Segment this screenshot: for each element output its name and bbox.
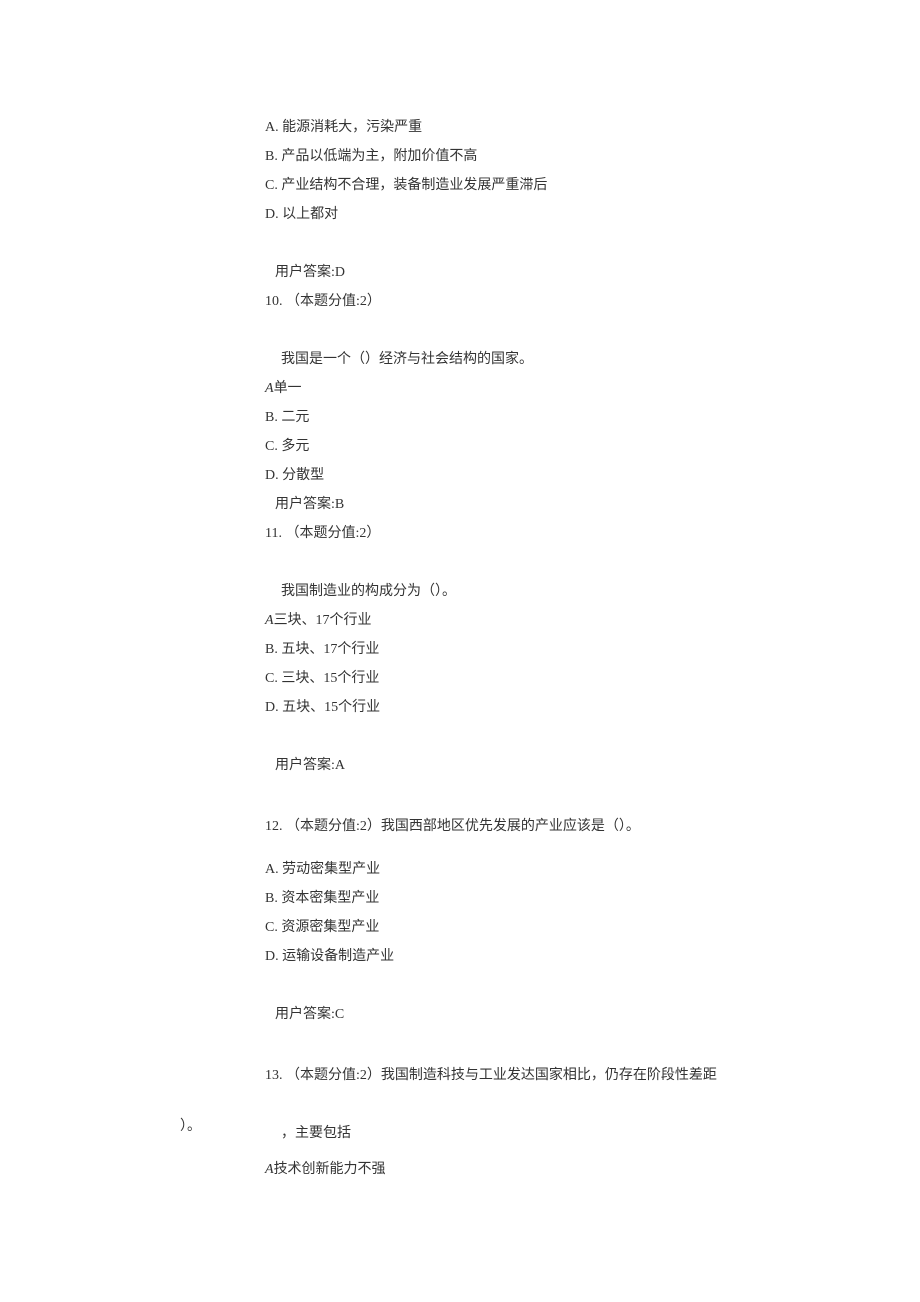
q11-option-c: C. 三块、15个行业: [265, 664, 865, 693]
q9-option-b: B. 产品以低端为主，附加价值不高: [265, 142, 865, 171]
italic-a-label: A: [265, 1162, 274, 1177]
q10-option-d: D. 分散型: [265, 461, 865, 490]
q12-option-c: C. 资源密集型产业: [265, 913, 865, 942]
q10-option-c: C. 多元: [265, 432, 865, 461]
q12-answer: 用户答案:C: [275, 1000, 865, 1029]
q13-stem-outdent: ）。: [180, 1115, 201, 1135]
q12-header: 12. （本题分值:2）我国西部地区优先发展的产业应该是（）。: [265, 812, 865, 841]
q11-option-b: B. 五块、17个行业: [265, 635, 865, 664]
q10-option-a: A单一: [265, 374, 865, 403]
q10-option-a-text: 单一: [274, 381, 302, 396]
q12-option-d: D. 运输设备制造产业: [265, 942, 865, 971]
q10-option-b: B. 二元: [265, 403, 865, 432]
q13-header: 13. （本题分值:2）我国制造科技与工业发达国家相比，仍存在阶段性差距: [265, 1061, 865, 1090]
q11-option-d: D. 五块、15个行业: [265, 693, 865, 722]
q10-answer: 用户答案:B: [275, 490, 865, 519]
q9-answer: 用户答案:D: [275, 258, 865, 287]
q11-option-a: A三块、17个行业: [265, 606, 865, 635]
q9-option-d: D. 以上都对: [265, 200, 865, 229]
q13-option-a: A技术创新能力不强: [265, 1155, 386, 1184]
q10-header: 10. （本题分值:2）: [265, 287, 865, 316]
q11-header: 11. （本题分值:2）: [265, 519, 865, 548]
q11-answer: 用户答案:A: [275, 751, 865, 780]
q12-option-a: A. 劳动密集型产业: [265, 855, 865, 884]
q9-option-a: A. 能源消耗大，污染严重: [265, 113, 865, 142]
italic-a-label: A: [265, 613, 274, 628]
q10-stem: 我国是一个（）经济与社会结构的国家。: [281, 345, 865, 374]
q9-option-c: C. 产业结构不合理，装备制造业发展严重滞后: [265, 171, 865, 200]
q11-option-a-text: 三块、17个行业: [274, 613, 372, 628]
q11-stem: 我国制造业的构成分为（）。: [281, 577, 865, 606]
q12-option-b: B. 资本密集型产业: [265, 884, 865, 913]
italic-a-label: A: [265, 381, 274, 396]
q13-option-a-text: 技术创新能力不强: [274, 1162, 386, 1177]
q13-stem-part2: ，主要包括: [281, 1119, 865, 1148]
